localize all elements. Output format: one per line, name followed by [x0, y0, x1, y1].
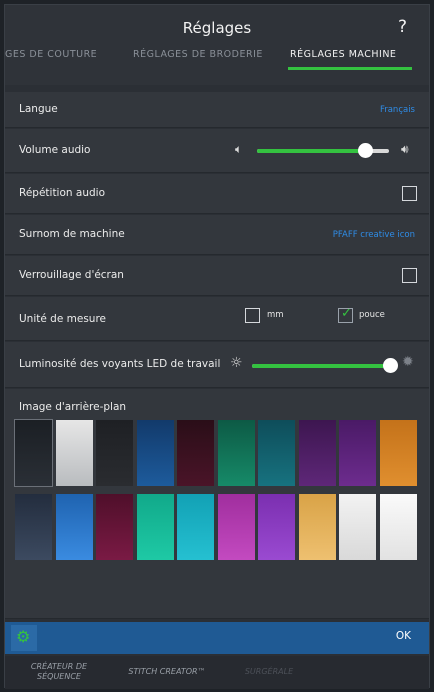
- background-swatch[interactable]: [96, 494, 133, 560]
- brightness-low-icon[interactable]: ☼: [230, 355, 243, 371]
- row-units: Unité de mesure mm ✓ pouce: [5, 297, 429, 341]
- background-swatch[interactable]: [177, 494, 214, 560]
- settings-button[interactable]: ⚙: [11, 625, 37, 651]
- gear-icon: ⚙: [16, 627, 31, 646]
- settings-window: Réglages ? GES DE COUTURE RÉGLAGES DE BR…: [4, 4, 430, 689]
- nickname-value[interactable]: PFAFF creative icon: [333, 230, 415, 240]
- unit-mm-label: mm: [267, 310, 284, 320]
- nav-third-item[interactable]: SURGÉRALE: [227, 667, 311, 677]
- active-tab-indicator: [288, 67, 412, 70]
- row-screen-lock: Verrouillage d'écran: [5, 256, 429, 296]
- background-swatch[interactable]: [339, 420, 376, 486]
- row-background-image: Image d'arrière-plan: [5, 389, 429, 619]
- background-swatch[interactable]: [136, 494, 174, 560]
- row-led-brightness: Luminosité des voyants LED de travail ☼ …: [5, 342, 429, 388]
- tab-bar: GES DE COUTURE RÉGLAGES DE BRODERIE RÉGL…: [5, 49, 429, 73]
- bottom-nav: CRÉATEUR DE SÉQUENCE STITCH CREATOR™ SUR…: [5, 656, 429, 689]
- action-bar: ⚙ OK: [5, 622, 429, 654]
- page-title: Réglages: [182, 19, 252, 37]
- background-swatch[interactable]: [258, 420, 295, 486]
- screen-lock-checkbox[interactable]: [402, 268, 417, 283]
- tab-machine-settings[interactable]: RÉGLAGES MACHINE: [290, 49, 396, 60]
- volume-low-icon[interactable]: 🔈︎: [235, 142, 242, 157]
- background-swatch-grid: [14, 419, 421, 565]
- ok-button[interactable]: OK: [396, 630, 411, 642]
- nickname-label: Surnom de machine: [19, 228, 125, 240]
- units-label: Unité de mesure: [19, 313, 106, 325]
- help-icon[interactable]: ?: [398, 17, 407, 37]
- tab-embroidery-settings[interactable]: RÉGLAGES DE BRODERIE: [133, 49, 263, 60]
- brightness-high-icon[interactable]: ✹: [402, 354, 414, 370]
- tab-sewing-settings[interactable]: GES DE COUTURE: [5, 49, 97, 60]
- background-swatch[interactable]: [96, 420, 133, 486]
- check-icon: ✓: [341, 306, 352, 321]
- nav-sequence-creator[interactable]: CRÉATEUR DE SÉQUENCE: [19, 662, 99, 682]
- row-nickname[interactable]: Surnom de machine PFAFF creative icon: [5, 215, 429, 255]
- row-audio-repeat: Répétition audio: [5, 174, 429, 214]
- unit-inch-checkbox[interactable]: ✓: [338, 306, 353, 323]
- language-value[interactable]: Français: [380, 105, 415, 115]
- nav-stitch-creator[interactable]: STITCH CREATOR™: [117, 667, 217, 677]
- row-language[interactable]: Langue Français: [5, 92, 429, 128]
- background-swatch[interactable]: [379, 420, 417, 486]
- volume-label: Volume audio: [19, 144, 91, 156]
- background-swatch[interactable]: [136, 420, 174, 486]
- led-brightness-label: Luminosité des voyants LED de travail: [19, 358, 221, 370]
- background-swatch[interactable]: [177, 420, 214, 486]
- background-swatch[interactable]: [14, 419, 53, 487]
- unit-mm-checkbox[interactable]: [245, 308, 260, 323]
- background-swatch[interactable]: [15, 494, 52, 560]
- background-swatch[interactable]: [379, 494, 417, 560]
- header: Réglages ? GES DE COUTURE RÉGLAGES DE BR…: [5, 5, 429, 85]
- background-swatch[interactable]: [258, 494, 295, 560]
- background-image-label: Image d'arrière-plan: [19, 401, 127, 413]
- led-slider-fill: [252, 364, 391, 368]
- volume-slider-knob[interactable]: [358, 143, 374, 158]
- background-swatch[interactable]: [217, 494, 255, 560]
- screen-lock-label: Verrouillage d'écran: [19, 269, 124, 281]
- audio-repeat-checkbox[interactable]: [402, 186, 417, 201]
- volume-slider-fill: [257, 149, 366, 153]
- volume-high-icon[interactable]: 🔊︎: [401, 142, 409, 157]
- background-swatch[interactable]: [298, 494, 336, 560]
- row-volume: Volume audio 🔈︎ 🔊︎: [5, 129, 429, 173]
- led-slider-knob[interactable]: [383, 358, 399, 373]
- unit-inch-label: pouce: [359, 310, 385, 320]
- background-swatch[interactable]: [217, 420, 255, 486]
- background-swatch[interactable]: [298, 420, 336, 486]
- led-brightness-slider[interactable]: [252, 358, 399, 373]
- background-swatch[interactable]: [55, 494, 93, 560]
- language-label: Langue: [19, 103, 58, 115]
- background-swatch[interactable]: [339, 494, 376, 560]
- volume-slider[interactable]: [257, 143, 389, 158]
- audio-repeat-label: Répétition audio: [19, 187, 105, 199]
- background-swatch[interactable]: [55, 420, 93, 486]
